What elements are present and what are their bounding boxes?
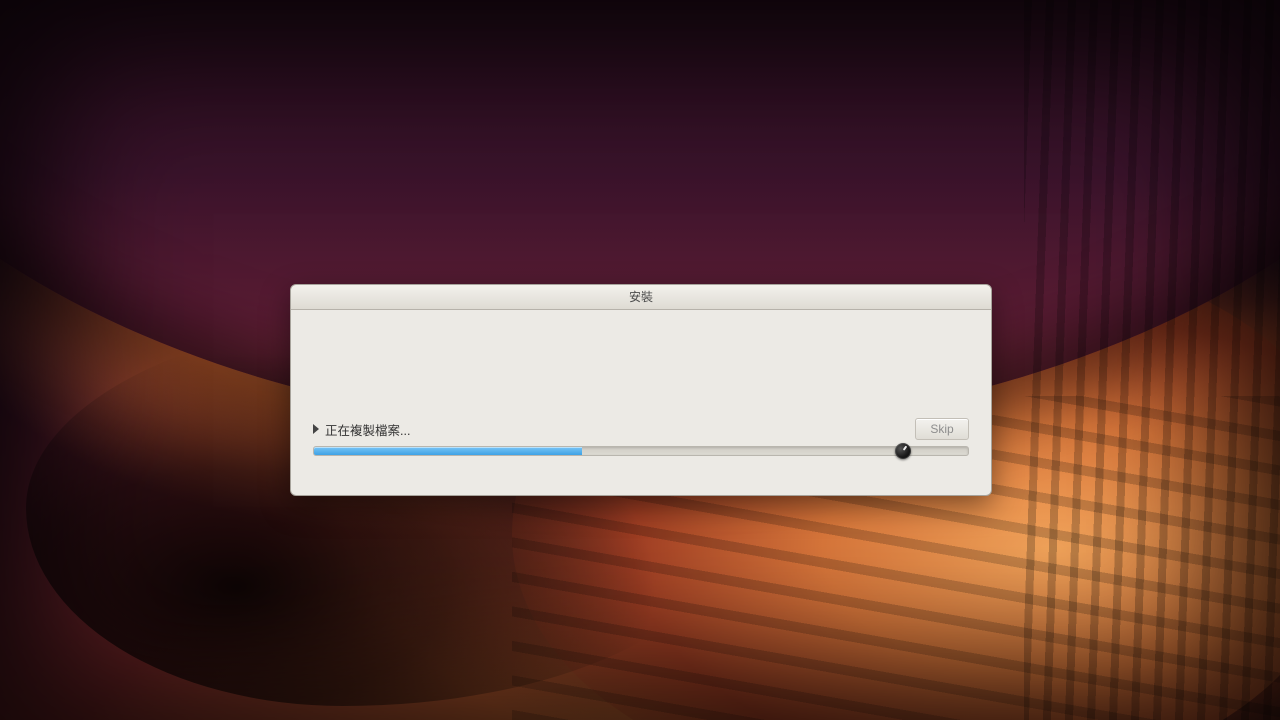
install-progress-bar (313, 446, 969, 456)
status-expander[interactable]: 正在複製檔案... (313, 420, 410, 439)
dialog-title: 安裝 (291, 285, 991, 310)
installer-dialog: 安裝 正在複製檔案... Skip (290, 284, 992, 496)
install-progress-fill (314, 447, 582, 455)
chevron-right-icon (313, 424, 319, 434)
busy-spinner-icon (895, 443, 911, 459)
status-label: 正在複製檔案... (325, 420, 410, 439)
dialog-body: 正在複製檔案... Skip (291, 310, 991, 496)
skip-button[interactable]: Skip (915, 418, 969, 440)
status-row: 正在複製檔案... Skip (313, 418, 969, 440)
